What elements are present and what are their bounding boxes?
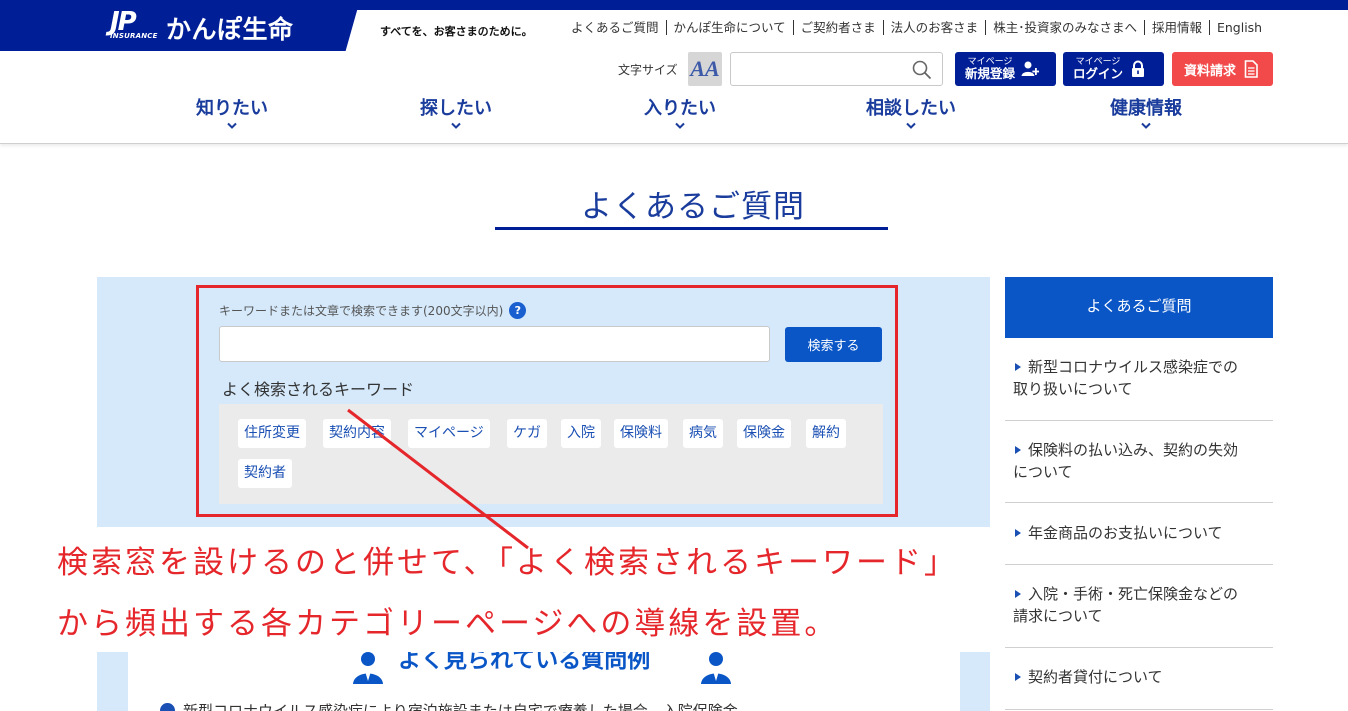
title-underline — [495, 227, 888, 230]
lock-icon — [1132, 60, 1145, 77]
mypage-login-button[interactable]: マイページ ログイン — [1063, 52, 1164, 86]
bullet-icon — [160, 703, 175, 711]
annotation-highlight-frame — [196, 285, 898, 517]
sidebar-item-premium[interactable]: 保険料の払い込み、契約の失効 について — [1005, 421, 1273, 503]
sidebar-item-loan[interactable]: 契約者貸付について — [1005, 648, 1273, 710]
sidebar-header[interactable]: よくあるご質問 — [1005, 277, 1273, 338]
page-title: よくあるご質問 — [581, 189, 805, 225]
document-request-button[interactable]: 資料請求 — [1172, 52, 1273, 86]
sidebar-item-annuity[interactable]: 年金商品のお支払いについて — [1005, 503, 1273, 565]
add-user-icon — [1021, 61, 1040, 76]
font-size-label: 文字サイズ — [618, 63, 678, 77]
util-link-about[interactable]: かんぽ生命について — [665, 20, 793, 35]
triangle-right-icon — [1015, 673, 1021, 681]
gnav-consult[interactable]: 相談したい — [866, 94, 956, 130]
person-icon — [353, 652, 383, 684]
triangle-right-icon — [1015, 363, 1021, 371]
header-search-box — [730, 52, 943, 86]
chevron-down-icon — [906, 122, 916, 129]
util-link-faq[interactable]: よくあるご質問 — [564, 20, 666, 35]
triangle-right-icon — [1015, 529, 1021, 537]
site-logo-text[interactable]: かんぽ生命 — [166, 10, 294, 46]
util-link-english[interactable]: English — [1208, 20, 1269, 35]
annotation-text-line-1: 検索窓を設けるのと併せて、「よく検索されるキーワード」 — [57, 545, 958, 581]
chevron-down-icon — [451, 122, 461, 129]
mypage-register-button[interactable]: マイページ 新規登録 — [955, 52, 1056, 86]
chevron-down-icon — [1141, 122, 1151, 129]
tagline: すべてを、お客さまのために。 — [380, 25, 533, 38]
gnav-health[interactable]: 健康情報 — [1110, 94, 1182, 130]
chevron-down-icon — [227, 122, 237, 129]
global-navigation: 知りたい 探したい 入りたい 相談したい 健康情報 — [0, 92, 1348, 144]
gnav-search[interactable]: 探したい — [420, 94, 492, 130]
header-search-input[interactable] — [731, 53, 901, 85]
gnav-join[interactable]: 入りたい — [644, 94, 716, 130]
gnav-learn[interactable]: 知りたい — [196, 94, 268, 130]
search-icon[interactable] — [912, 60, 932, 80]
sidebar-item-claims[interactable]: 入院・手術・死亡保険金などの 請求について — [1005, 565, 1273, 648]
sidebar-item-covid[interactable]: 新型コロナウイルス感染症での 取り扱いについて — [1005, 338, 1273, 421]
jp-insurance-logo[interactable]: JP INSURANCE — [110, 7, 157, 42]
util-link-policyholders[interactable]: ご契約者さま — [792, 20, 883, 35]
util-link-investors[interactable]: 株主･投資家のみなさまへ — [985, 20, 1144, 35]
annotation-text-line-2: から頻出する各カテゴリーページへの導線を設置。 — [57, 606, 839, 642]
document-icon — [1244, 60, 1258, 78]
person-icon — [701, 652, 731, 684]
font-size-button[interactable]: AA — [688, 52, 722, 86]
popular-question-item[interactable]: 新型コロナウイルス感染症により宿泊施設または自宅で療養した場合、入院保険金 — [160, 700, 738, 711]
chevron-down-icon — [675, 122, 685, 129]
utility-links: よくあるご質問 かんぽ生命について ご契約者さま 法人のお客さま 株主･投資家の… — [564, 20, 1269, 35]
util-link-corporate[interactable]: 法人のお客さま — [882, 20, 986, 35]
triangle-right-icon — [1015, 446, 1021, 454]
triangle-right-icon — [1015, 590, 1021, 598]
font-size-icon: AA — [690, 56, 720, 81]
util-link-recruit[interactable]: 採用情報 — [1143, 20, 1209, 35]
